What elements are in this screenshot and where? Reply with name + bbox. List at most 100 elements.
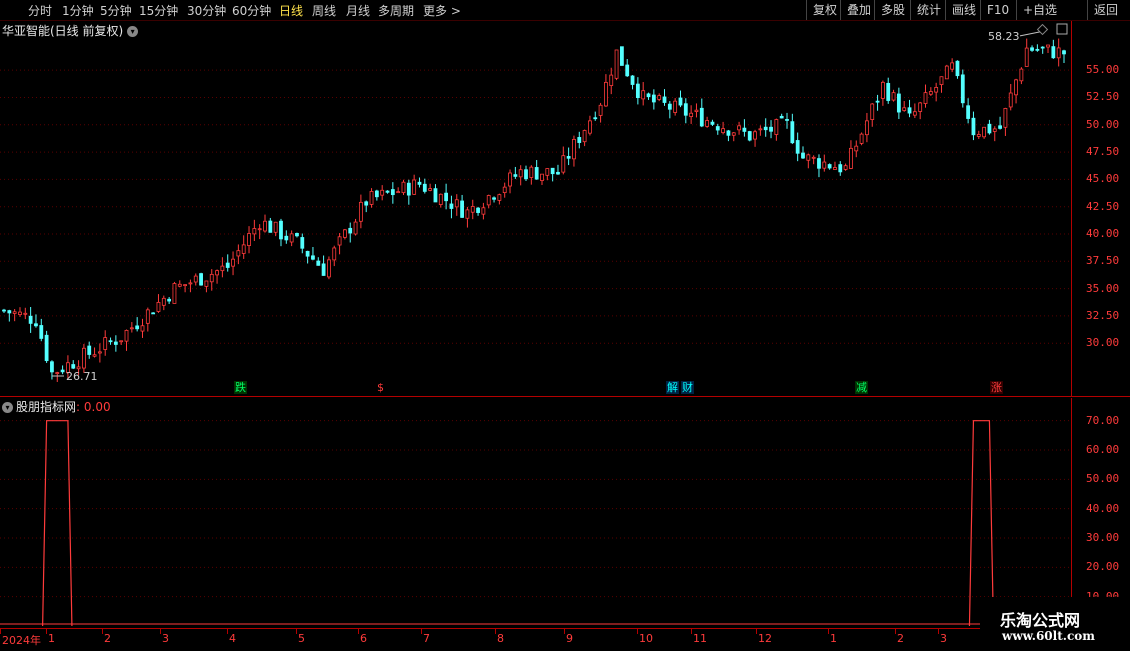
candle-body (822, 161, 827, 169)
candle-body (726, 130, 731, 136)
candle-body (694, 109, 699, 112)
date-label: 9 (566, 632, 573, 645)
candle-body (715, 126, 720, 131)
candle-body (966, 105, 971, 119)
candle-body (55, 372, 60, 374)
candle-body (135, 325, 140, 330)
candle-body (865, 120, 869, 136)
candle-body (327, 259, 331, 278)
date-label: 8 (497, 632, 504, 645)
candle-body (870, 103, 875, 120)
date-label: 2024年 (2, 634, 41, 647)
candle-body (92, 354, 97, 357)
candle-body (460, 200, 464, 218)
price-axis-label: 47.50 (1086, 145, 1120, 159)
candle-body (518, 169, 523, 178)
price-axis-label: 30.00 (1086, 336, 1120, 350)
candle-body (721, 128, 725, 134)
date-tick (160, 629, 161, 634)
event-marker-2[interactable]: 解 (666, 381, 679, 394)
candle-body (998, 125, 1002, 129)
candle-body (145, 309, 150, 324)
candle-body (257, 228, 262, 231)
candle-body (364, 201, 369, 206)
candle-body (60, 369, 65, 373)
candle-body (1051, 46, 1056, 59)
candle-body (353, 221, 358, 235)
candle-body (524, 169, 528, 180)
kline-chart[interactable]: 58.23 26.71 (0, 0, 1130, 650)
high-price-label: 58.23 (988, 30, 1020, 43)
candle-body (151, 312, 156, 315)
candle-body (896, 93, 901, 113)
candle-body (806, 154, 811, 161)
candle-body (817, 158, 821, 169)
candle-body (849, 147, 853, 169)
candle-body (838, 164, 843, 173)
indicator-axis-label: 60.00 (1086, 443, 1120, 456)
candle-body (34, 323, 38, 327)
indicator-pulse (42, 420, 73, 627)
candle-body (811, 156, 816, 159)
candle-body (630, 75, 635, 85)
candle-body (859, 133, 864, 144)
candle-body (891, 92, 896, 101)
event-marker-4[interactable]: 减 (855, 381, 868, 394)
candle-body (843, 165, 848, 170)
indicator-title: ▾ 股朋指标网: 0.00 (2, 398, 111, 415)
candle-body (795, 140, 800, 154)
candle-body (279, 220, 283, 240)
event-marker-1[interactable]: $ (376, 381, 385, 394)
candle-body (944, 65, 949, 80)
candle-body (50, 361, 54, 373)
candle-body (449, 203, 454, 209)
date-label: 7 (423, 632, 430, 645)
candle-body (358, 201, 363, 222)
candle-body (492, 197, 496, 200)
candle-body (907, 107, 912, 114)
candle-body (332, 247, 337, 261)
indicator-value: : 0.00 (76, 400, 111, 414)
candle-body (39, 325, 44, 339)
event-marker-5[interactable]: 涨 (990, 381, 1003, 394)
candle-body (1003, 108, 1008, 128)
candle-body (422, 183, 427, 192)
candle-body (689, 112, 694, 117)
price-axis-label: 35.00 (1086, 281, 1120, 295)
panel-divider[interactable] (0, 396, 1130, 397)
candle-body (566, 156, 571, 159)
candle-body (183, 284, 188, 287)
candle-body (960, 74, 965, 104)
event-marker-0[interactable]: 跌 (234, 381, 247, 394)
candle-body (950, 62, 955, 70)
candle-body (577, 137, 582, 143)
candle-body (348, 227, 353, 234)
candle-body (454, 199, 459, 208)
candle-body (918, 102, 923, 112)
candle-body (678, 97, 683, 106)
candle-body (412, 179, 417, 195)
candle-body (268, 220, 273, 233)
candle-body (934, 87, 939, 93)
candle-body (481, 207, 486, 215)
price-axis-label: 42.50 (1086, 199, 1120, 213)
diamond-icon (1036, 23, 1049, 36)
date-axis: 2024年 1 2 3 4 5 6 7 8 9 10 11 12 1 2 3 (0, 628, 1130, 651)
candle-body (955, 60, 960, 77)
candle-body (476, 207, 480, 213)
candle-body (284, 235, 289, 241)
price-axis: 55.00 52.50 50.00 47.50 45.00 42.50 40.00 37.50… (1071, 21, 1130, 396)
candle-body (428, 188, 433, 191)
candle-body (390, 189, 395, 196)
candle-body (742, 127, 747, 132)
candle-body (97, 351, 102, 354)
candle-body (113, 341, 118, 345)
candle-body (204, 280, 209, 287)
high-marker-arrow (1019, 31, 1041, 37)
date-tick (756, 629, 757, 634)
candle-body (619, 46, 624, 66)
event-marker-3[interactable]: 财 (681, 381, 694, 394)
indicator-dropdown-icon[interactable]: ▾ (2, 402, 13, 413)
candle-body (992, 128, 997, 132)
date-tick (296, 629, 297, 634)
